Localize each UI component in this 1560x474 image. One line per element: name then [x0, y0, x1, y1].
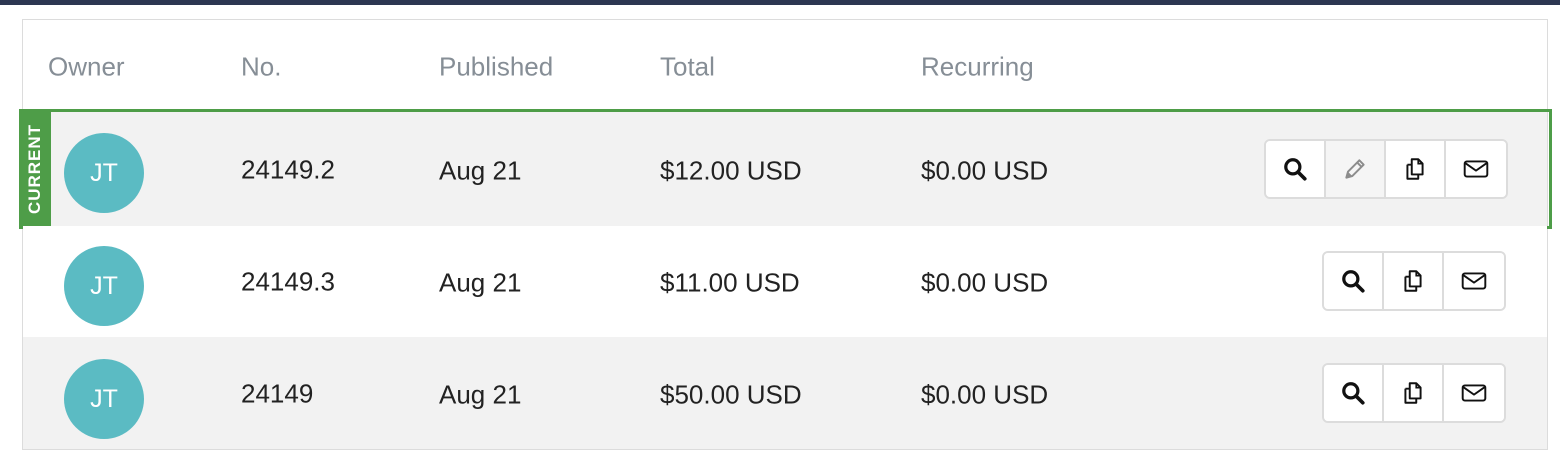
recurring-amount: $0.00 USD — [921, 155, 1049, 186]
email-button[interactable] — [1444, 253, 1504, 309]
view-button[interactable] — [1266, 141, 1326, 197]
search-icon — [1342, 270, 1365, 293]
copy-icon — [1406, 158, 1424, 180]
avatar: JT — [64, 359, 144, 439]
avatar: JT — [64, 246, 144, 326]
row-actions — [1264, 139, 1508, 199]
row-actions — [1322, 251, 1506, 311]
pencil-icon — [1345, 159, 1365, 179]
column-header-no: No. — [241, 51, 282, 82]
view-button[interactable] — [1324, 253, 1384, 309]
invoice-number: 24149.3 — [241, 266, 335, 297]
avatar: JT — [64, 133, 144, 213]
top-bar — [0, 0, 1560, 5]
invoice-number: 24149 — [241, 378, 314, 409]
search-icon — [1284, 158, 1307, 181]
column-header-recurring: Recurring — [921, 51, 1034, 82]
duplicate-button[interactable] — [1384, 253, 1444, 309]
invoice-number: 24149.2 — [241, 154, 335, 185]
view-button[interactable] — [1324, 365, 1384, 421]
envelope-icon — [1461, 272, 1487, 290]
current-badge: CURRENT — [19, 109, 51, 229]
row-actions — [1322, 363, 1506, 423]
column-header-published: Published — [439, 51, 554, 82]
copy-icon — [1404, 270, 1422, 292]
duplicate-button[interactable] — [1386, 141, 1446, 197]
published-date: Aug 21 — [439, 267, 522, 298]
total-amount: $50.00 USD — [660, 379, 802, 410]
recurring-amount: $0.00 USD — [921, 267, 1049, 298]
duplicate-button[interactable] — [1384, 365, 1444, 421]
total-amount: $12.00 USD — [660, 155, 802, 186]
edit-button[interactable] — [1326, 141, 1386, 197]
envelope-icon — [1461, 384, 1487, 402]
column-header-owner: Owner — [48, 51, 125, 82]
search-icon — [1342, 382, 1365, 405]
email-button[interactable] — [1446, 141, 1506, 197]
published-date: Aug 21 — [439, 155, 522, 186]
published-date: Aug 21 — [439, 379, 522, 410]
envelope-icon — [1463, 160, 1489, 178]
column-header-total: Total — [660, 51, 715, 82]
copy-icon — [1404, 382, 1422, 404]
recurring-amount: $0.00 USD — [921, 379, 1049, 410]
total-amount: $11.00 USD — [660, 267, 800, 298]
email-button[interactable] — [1444, 365, 1504, 421]
